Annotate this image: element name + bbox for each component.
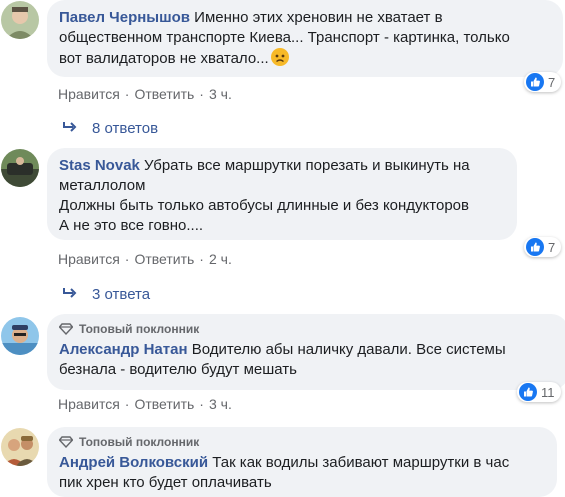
like-button[interactable]: Нравится [58, 86, 120, 102]
timestamp[interactable]: 3 ч. [209, 396, 232, 412]
top-fan-badge: Топовый поклонник [59, 322, 557, 336]
comment-text: Павел Чернышов Именно этих хреновин не х… [59, 8, 551, 69]
comment-actions: Нравится · Ответить · 3 ч. [58, 395, 232, 413]
separator: · [124, 251, 130, 267]
timestamp[interactable]: 2 ч. [209, 251, 232, 267]
reply-button[interactable]: Ответить [134, 251, 194, 267]
comment-actions: Нравится · Ответить · 3 ч. [58, 85, 232, 103]
avatar[interactable] [1, 317, 39, 355]
like-icon [526, 73, 544, 91]
replies-count: 8 ответов [92, 119, 159, 137]
avatar[interactable] [1, 428, 39, 466]
badge-label: Топовый поклонник [79, 435, 200, 449]
author-name[interactable]: Андрей Волковский [59, 454, 208, 471]
reaction-number: 11 [541, 384, 555, 400]
reply-arrow-icon [62, 286, 78, 303]
sad-face-icon [270, 48, 289, 66]
avatar[interactable] [1, 1, 39, 39]
separator: · [124, 86, 130, 102]
like-icon [526, 238, 544, 256]
comment-text: Stas Novak Убрать все маршрутки порезать… [59, 156, 505, 236]
comment-bubble: Stas Novak Убрать все маршрутки порезать… [47, 148, 517, 240]
diamond-icon [59, 323, 73, 335]
like-button[interactable]: Нравится [58, 251, 120, 267]
comment-text: Александр Натан Водителю абы наличку дав… [59, 340, 557, 380]
reply-button[interactable]: Ответить [134, 396, 194, 412]
separator: · [124, 396, 130, 412]
reaction-count[interactable]: 7 [524, 237, 562, 257]
avatar[interactable] [1, 149, 39, 187]
comment-bubble: Топовый поклонник Александр Натан Водите… [47, 314, 565, 390]
separator: · [199, 251, 204, 267]
view-replies-link[interactable]: 3 ответа [62, 284, 150, 304]
comment-bubble: Топовый поклонник Андрей Волковский Так … [47, 427, 557, 497]
reply-button[interactable]: Ответить [134, 86, 194, 102]
like-button[interactable]: Нравится [58, 396, 120, 412]
author-name[interactable]: Павел Чернышов [59, 9, 190, 26]
author-name[interactable]: Александр Натан [59, 341, 188, 358]
separator: · [199, 396, 204, 412]
comment-bubble: Павел Чернышов Именно этих хреновин не х… [47, 0, 563, 77]
view-replies-link[interactable]: 8 ответов [62, 118, 158, 138]
top-fan-badge: Топовый поклонник [59, 435, 545, 449]
like-icon [519, 383, 537, 401]
diamond-icon [59, 436, 73, 448]
separator: · [199, 86, 204, 102]
timestamp[interactable]: 3 ч. [209, 86, 232, 102]
reaction-count[interactable]: 7 [524, 72, 562, 92]
author-name[interactable]: Stas Novak [59, 157, 140, 174]
reaction-number: 7 [548, 74, 556, 90]
reaction-count[interactable]: 11 [517, 382, 561, 402]
comment-actions: Нравится · Ответить · 2 ч. [58, 250, 232, 268]
reaction-number: 7 [548, 239, 556, 255]
badge-label: Топовый поклонник [79, 322, 200, 336]
reply-arrow-icon [62, 120, 78, 137]
replies-count: 3 ответа [92, 285, 151, 303]
comment-text: Андрей Волковский Так как водилы забиваю… [59, 453, 545, 493]
